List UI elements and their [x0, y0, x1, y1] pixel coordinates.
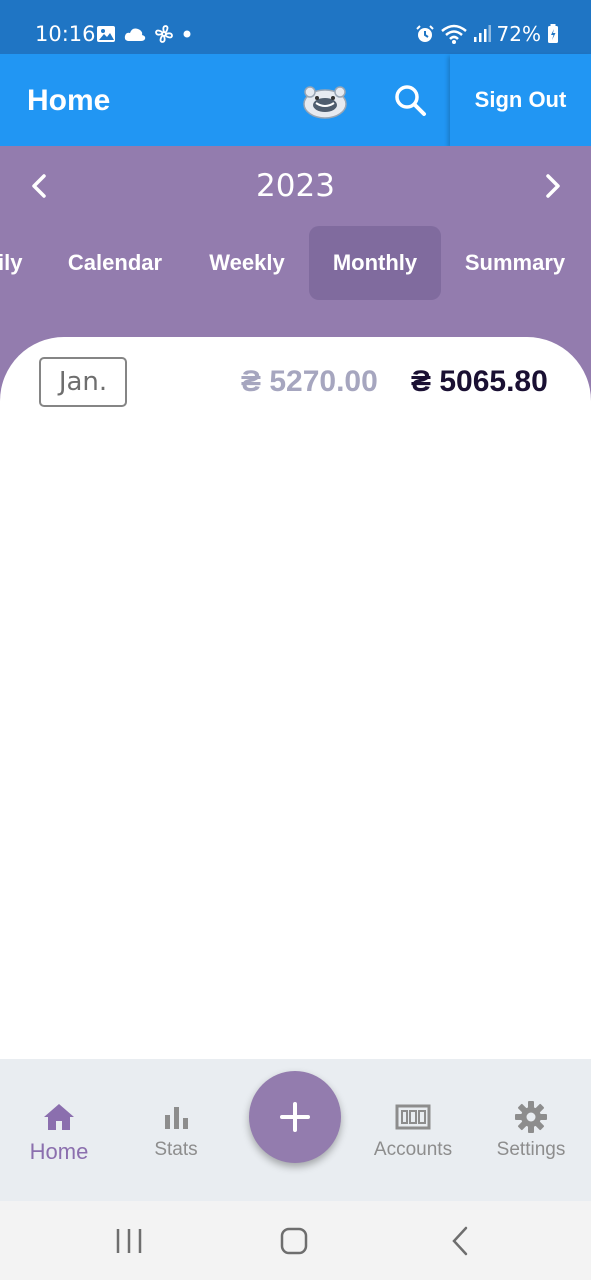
nav-settings[interactable]: Settings	[476, 1099, 586, 1161]
app-bar: Home Sign Out	[0, 54, 591, 146]
bottom-nav: Home Stats Accounts Settings	[0, 1059, 591, 1201]
status-time: 10:16	[35, 22, 96, 46]
add-transaction-button[interactable]	[249, 1071, 341, 1163]
back-icon[interactable]	[440, 1223, 480, 1259]
notification-icons	[96, 24, 192, 44]
tab-summary[interactable]: Summary	[458, 226, 572, 300]
nav-stats-label: Stats	[154, 1139, 198, 1160]
dot-icon	[183, 30, 191, 38]
nav-settings-label: Settings	[496, 1139, 566, 1160]
search-icon[interactable]	[390, 80, 430, 120]
income-amount: ₴ 5270.00	[241, 365, 378, 398]
sign-out-button[interactable]: Sign Out	[450, 54, 591, 146]
expense-amount: ₴ 5065.80	[411, 365, 548, 398]
bar-chart-icon	[165, 1107, 188, 1129]
page-title: Home	[27, 84, 111, 117]
home-icon	[44, 1104, 74, 1130]
alarm-icon	[415, 25, 434, 42]
recent-apps-icon[interactable]	[109, 1223, 149, 1259]
nav-accounts-label: Accounts	[373, 1139, 453, 1160]
chevron-right-icon[interactable]	[536, 168, 568, 204]
tab-calendar[interactable]: Calendar	[60, 226, 170, 300]
battery-percent: 72%	[496, 22, 541, 46]
battery-icon	[548, 24, 558, 43]
status-right: 72%	[415, 22, 559, 46]
gear-icon	[515, 1101, 547, 1133]
status-bar: 10:16 72%	[0, 0, 591, 54]
year-label: 2023	[256, 168, 335, 204]
cloud-icon	[124, 28, 146, 41]
plus-icon	[280, 1102, 310, 1132]
tab-daily[interactable]: ily	[0, 226, 22, 300]
home-button-icon[interactable]	[274, 1223, 314, 1259]
wifi-icon	[440, 24, 467, 44]
nav-home-label: Home	[29, 1139, 89, 1164]
nav-home[interactable]: Home	[4, 1099, 114, 1165]
nav-stats[interactable]: Stats	[121, 1099, 231, 1161]
mascot-avatar-icon[interactable]	[302, 84, 348, 120]
fan-icon	[155, 25, 173, 43]
tab-weekly[interactable]: Weekly	[200, 226, 294, 300]
accounts-icon	[395, 1104, 431, 1130]
month-chip[interactable]: Jan.	[39, 357, 127, 407]
system-nav-bar	[0, 1201, 591, 1280]
content-card: Jan. ₴ 5270.00 ₴ 5065.80	[0, 337, 591, 1059]
signal-icon	[473, 25, 491, 42]
nav-accounts[interactable]: Accounts	[358, 1099, 468, 1161]
gallery-icon	[97, 26, 115, 42]
tab-monthly[interactable]: Monthly	[309, 226, 441, 300]
